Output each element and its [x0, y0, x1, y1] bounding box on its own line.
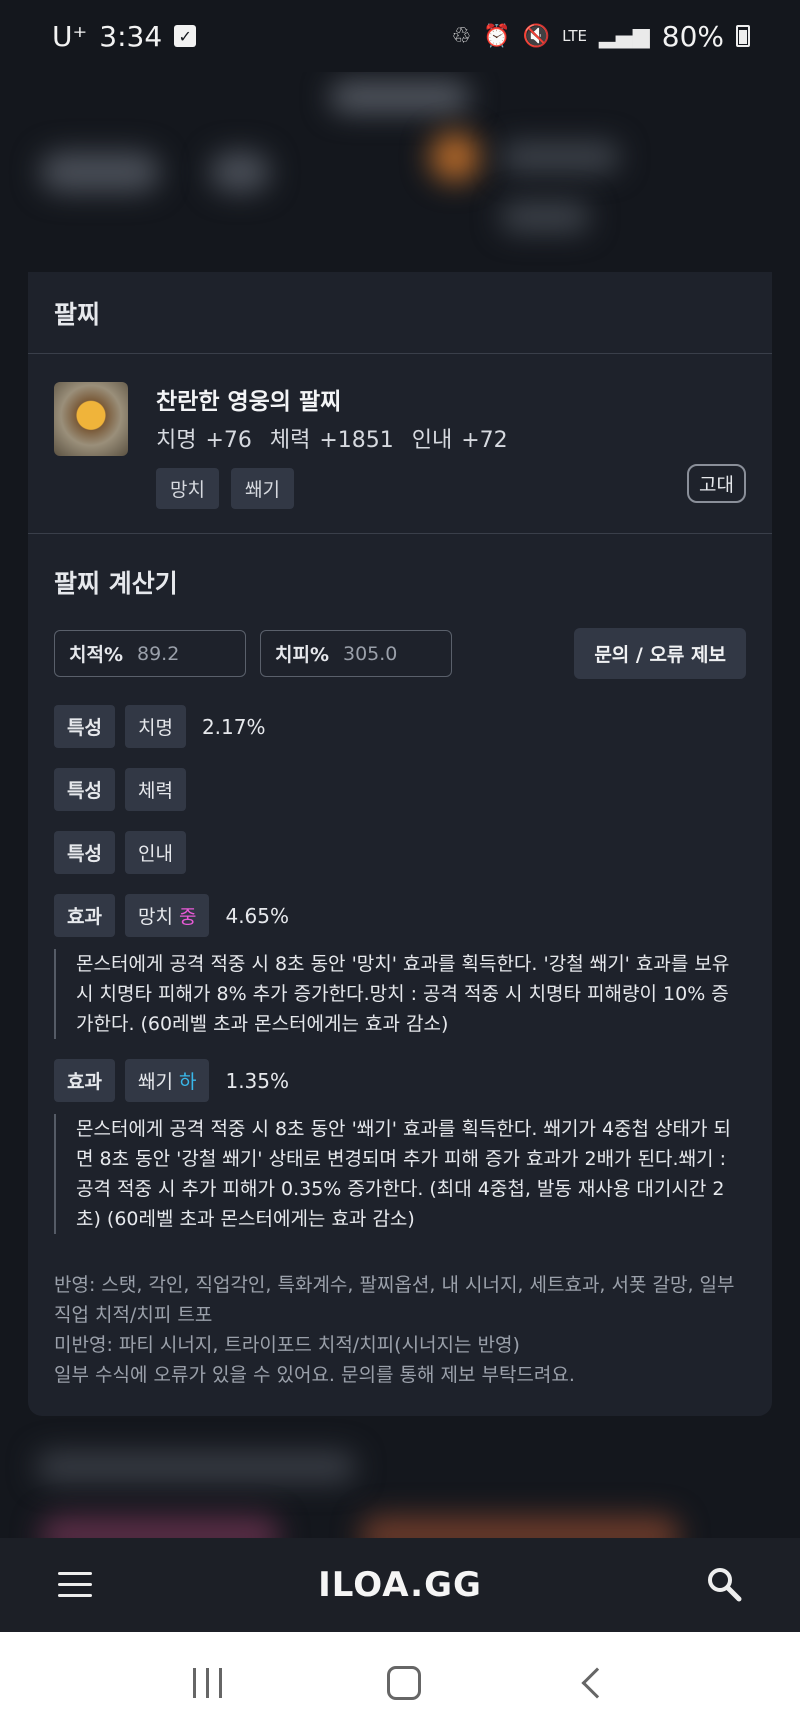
crit-damage-label: 치피% [275, 644, 329, 666]
option-row: 특성 체력 [54, 768, 746, 811]
crit-rate-label: 치적% [69, 644, 123, 666]
calculator-title: 팔찌 계산기 [54, 569, 178, 598]
effect-kind: 효과 [54, 1059, 115, 1102]
report-button[interactable]: 문의 / 오류 제보 [574, 628, 746, 679]
effect-kind: 효과 [54, 894, 115, 937]
tag-wedge: 쐐기 [230, 468, 294, 509]
option-name: 체력 [124, 768, 186, 811]
effect-value: 4.65% [225, 903, 290, 928]
site-logo[interactable]: ILOA.GG [318, 1565, 482, 1605]
alarm-icon: ⏰ [483, 23, 511, 49]
option-row: 특성 치명 2.17% [54, 705, 746, 748]
option-row: 특성 인내 [54, 831, 746, 874]
blurred-background-bottom [0, 1416, 800, 1538]
mute-icon: 🔇 [522, 23, 551, 49]
hamburger-menu-icon[interactable] [58, 1572, 92, 1605]
modal-title: 팔찌 [28, 272, 772, 354]
bracelet-calculator: 팔찌 계산기 치적% 89.2 치피% 305.0 문의 / 오류 제보 특성 … [28, 564, 772, 1390]
effect-name-text: 쐐기 [137, 1071, 173, 1093]
blurred-background [0, 72, 800, 272]
battery-percent: 80% [661, 19, 724, 53]
effect-row: 효과 망치 중 4.65% [54, 894, 746, 937]
clock: 3:34 [99, 19, 163, 53]
search-icon[interactable] [706, 1566, 742, 1602]
option-name: 치명 [124, 705, 186, 748]
item-stats: 치명 +76 체력 +1851 인내 +72 [156, 428, 508, 453]
recent-apps-icon[interactable] [192, 1667, 222, 1698]
effect-row: 효과 쐐기 하 1.35% [54, 1059, 746, 1102]
note-errors: 일부 수식에 오류가 있을 수 있어요. 문의를 통해 제보 부탁드려요. [54, 1364, 575, 1386]
item-name: 찬란한 영웅의 팔찌 [156, 389, 342, 415]
effect-name: 쐐기 하 [124, 1059, 210, 1102]
recycle-icon: ♲ [451, 23, 472, 49]
carrier-label: U⁺ [52, 19, 88, 53]
bracelet-modal: 팔찌 찬란한 영웅의 팔찌 치명 +76 체력 +1851 인내 +72 고대 … [28, 272, 772, 1416]
tag-hammer: 망치 [156, 468, 219, 509]
effect-level: 하 [178, 1071, 197, 1093]
task-check-icon: ✓ [174, 25, 197, 47]
effect-name-text: 망치 [137, 906, 173, 928]
effect-level: 중 [178, 906, 197, 928]
crit-damage-value: 305.0 [343, 642, 398, 665]
option-kind: 특성 [54, 831, 115, 874]
status-bar: U⁺ 3:34 ✓ ♲ ⏰ 🔇 LTE ▂▄▆ 80% [0, 0, 800, 72]
effect-description: 몬스터에게 공격 적중 시 8초 동안 '망치' 효과를 획득한다. '강철 쐐… [54, 949, 744, 1039]
bracelet-item-icon [54, 382, 128, 456]
home-icon[interactable] [386, 1665, 421, 1700]
option-kind: 특성 [54, 768, 115, 811]
note-not-reflected: 미반영: 파티 시너지, 트라이포드 치적/치피(시너지는 반영) [54, 1334, 520, 1356]
effect-name: 망치 중 [124, 894, 210, 937]
calculator-inputs: 치적% 89.2 치피% 305.0 문의 / 오류 제보 [54, 628, 746, 679]
grade-badge: 고대 [687, 464, 746, 503]
battery-icon [736, 25, 750, 47]
crit-rate-input[interactable]: 치적% 89.2 [54, 630, 246, 677]
note-reflected: 반영: 스탯, 각인, 직업각인, 특화계수, 팔찌옵션, 내 시너지, 세트효… [54, 1274, 735, 1326]
effect-description: 몬스터에게 공격 적중 시 8초 동안 '쐐기' 효과를 획득한다. 쐐기가 4… [54, 1114, 744, 1234]
crit-rate-value: 89.2 [137, 642, 180, 665]
option-name: 인내 [124, 831, 186, 874]
crit-damage-input[interactable]: 치피% 305.0 [260, 630, 452, 677]
back-icon[interactable] [580, 1666, 613, 1699]
system-nav-bar [0, 1632, 800, 1733]
network-type: LTE [562, 27, 587, 45]
item-summary: 찬란한 영웅의 팔찌 치명 +76 체력 +1851 인내 +72 고대 망치 … [28, 354, 772, 534]
option-value: 2.17% [201, 714, 266, 739]
bottom-app-bar: ILOA.GG [0, 1538, 800, 1632]
signal-icon: ▂▄▆ [599, 23, 650, 49]
option-kind: 특성 [54, 705, 115, 748]
effect-value: 1.35% [225, 1068, 290, 1093]
item-tags: 망치 쐐기 [156, 468, 294, 509]
calculator-notes: 반영: 스탯, 각인, 직업각인, 특화계수, 팔찌옵션, 내 시너지, 세트효… [54, 1270, 746, 1390]
